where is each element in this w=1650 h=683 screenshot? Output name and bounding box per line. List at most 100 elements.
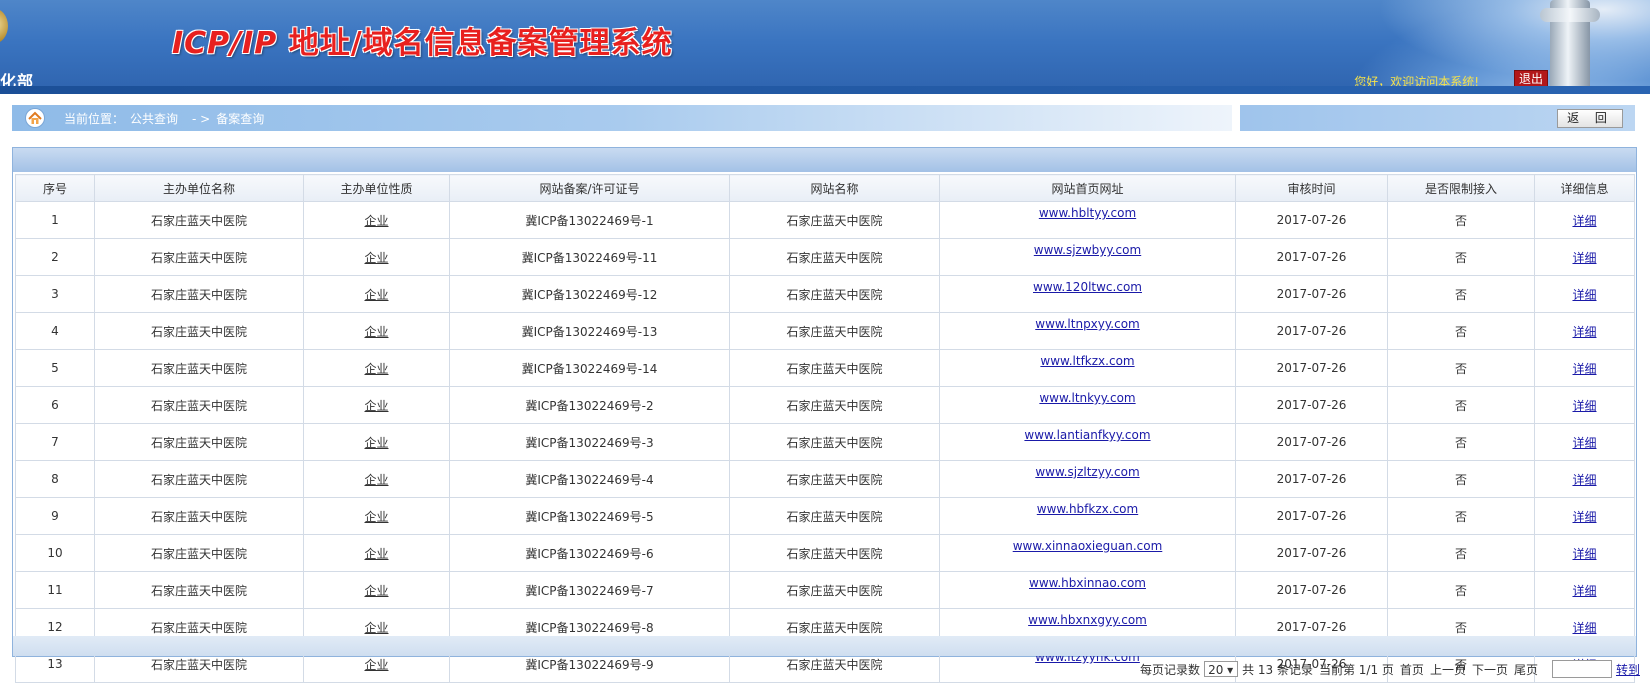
cell-type-link[interactable]: 企业 <box>364 214 388 228</box>
cell-url-link[interactable]: www.ltfkzx.com <box>1040 354 1134 368</box>
cell-detail-link[interactable]: 详细 <box>1572 584 1596 598</box>
cell-date: 2017-07-26 <box>1235 386 1388 424</box>
cell-type-link[interactable]: 企业 <box>364 621 388 635</box>
cell-date: 2017-07-26 <box>1235 423 1388 461</box>
cell-url-link[interactable]: www.hbltyy.com <box>1039 206 1136 220</box>
cell-type: 企业 <box>303 201 450 239</box>
table-row: 8 石家庄蓝天中医院 企业 冀ICP备13022469号-4 石家庄蓝天中医院 www.s… <box>15 460 1635 498</box>
header-banner: 化部 ICP/IP 地址/域名信息备案管理系统 您好，欢迎访问本系统! 退出 <box>0 0 1650 94</box>
cell-detail-link[interactable]: 详细 <box>1572 251 1596 265</box>
title-latin: ICP/IP <box>172 26 289 61</box>
cell-type: 企业 <box>303 386 450 424</box>
cell-url-link[interactable]: www.120ltwc.com <box>1033 280 1142 294</box>
cell-license: 冀ICP备13022469号-13 <box>449 312 730 350</box>
prev-page-link[interactable]: 上一页 <box>1430 661 1466 678</box>
cell-url: www.xinnaoxieguan.com <box>939 534 1236 572</box>
home-icon[interactable] <box>24 108 46 128</box>
cell-no: 10 <box>15 534 95 572</box>
cell-site: 石家庄蓝天中医院 <box>729 423 940 461</box>
return-button[interactable]: 返 回 <box>1557 109 1623 128</box>
cell-type-link[interactable]: 企业 <box>364 325 388 339</box>
cell-url: www.120ltwc.com <box>939 275 1236 313</box>
cell-type-link[interactable]: 企业 <box>364 436 388 450</box>
cell-type-link[interactable]: 企业 <box>364 547 388 561</box>
cell-no: 3 <box>15 275 95 313</box>
cell-url: www.hbltyy.com <box>939 201 1236 239</box>
next-page-link[interactable]: 下一页 <box>1472 661 1508 678</box>
cell-detail: 详细 <box>1534 571 1635 609</box>
cell-url-link[interactable]: www.ltnkyy.com <box>1039 391 1135 405</box>
goto-page-link[interactable]: 转到 <box>1616 661 1640 678</box>
cell-url-link[interactable]: www.xinnaoxieguan.com <box>1013 539 1163 553</box>
cell-type-link[interactable]: 企业 <box>364 251 388 265</box>
cell-restricted: 否 <box>1387 349 1535 387</box>
cell-detail-link[interactable]: 详细 <box>1572 510 1596 524</box>
cell-detail-link[interactable]: 详细 <box>1572 436 1596 450</box>
cell-site: 石家庄蓝天中医院 <box>729 460 940 498</box>
cell-site: 石家庄蓝天中医院 <box>729 201 940 239</box>
cell-url-link[interactable]: www.sjzwbyy.com <box>1034 243 1141 257</box>
chevron-down-icon: ▾ <box>1227 663 1234 677</box>
cell-detail-link[interactable]: 详细 <box>1572 214 1596 228</box>
header-band <box>0 86 1650 94</box>
cell-detail: 详细 <box>1534 349 1635 387</box>
cell-url-link[interactable]: www.hbfkzx.com <box>1037 502 1138 516</box>
per-page-select[interactable]: 20 ▾ <box>1204 661 1239 677</box>
cell-type-link[interactable]: 企业 <box>364 288 388 302</box>
cell-url: www.lantianfkyy.com <box>939 423 1236 461</box>
cell-detail-link[interactable]: 详细 <box>1572 362 1596 376</box>
cell-no: 6 <box>15 386 95 424</box>
cell-type: 企业 <box>303 275 450 313</box>
cell-detail-link[interactable]: 详细 <box>1572 621 1596 635</box>
cell-site: 石家庄蓝天中医院 <box>729 571 940 609</box>
cell-url-link[interactable]: www.lantianfkyy.com <box>1024 428 1150 442</box>
first-page-link[interactable]: 首页 <box>1400 661 1424 678</box>
cell-detail-link[interactable]: 详细 <box>1572 325 1596 339</box>
cell-detail-link[interactable]: 详细 <box>1572 547 1596 561</box>
cell-license: 冀ICP备13022469号-7 <box>449 571 730 609</box>
table-row: 10 石家庄蓝天中医院 企业 冀ICP备13022469号-6 石家庄蓝天中医院 www.… <box>15 534 1635 572</box>
cell-license: 冀ICP备13022469号-4 <box>449 460 730 498</box>
cell-license: 冀ICP备13022469号-3 <box>449 423 730 461</box>
col-header-date: 审核时间 <box>1235 174 1388 202</box>
cell-type-link[interactable]: 企业 <box>364 399 388 413</box>
cell-no: 1 <box>15 201 95 239</box>
cell-type-link[interactable]: 企业 <box>364 510 388 524</box>
cell-no: 4 <box>15 312 95 350</box>
cell-type-link[interactable]: 企业 <box>364 658 388 672</box>
cell-url-link[interactable]: www.hbxinnao.com <box>1029 576 1146 590</box>
cell-detail-link[interactable]: 详细 <box>1572 399 1596 413</box>
pillar-graphic <box>1540 0 1600 94</box>
cell-restricted: 否 <box>1387 238 1535 276</box>
cell-type-link[interactable]: 企业 <box>364 473 388 487</box>
cell-detail: 详细 <box>1534 201 1635 239</box>
cell-restricted: 否 <box>1387 201 1535 239</box>
cell-type: 企业 <box>303 534 450 572</box>
cell-type: 企业 <box>303 238 450 276</box>
cell-site: 石家庄蓝天中医院 <box>729 497 940 535</box>
cell-org: 石家庄蓝天中医院 <box>94 571 304 609</box>
breadcrumb-level2: 备案查询 <box>216 112 265 126</box>
cell-detail-link[interactable]: 详细 <box>1572 288 1596 302</box>
cell-detail: 详细 <box>1534 386 1635 424</box>
cell-type-link[interactable]: 企业 <box>364 362 388 376</box>
cell-url-link[interactable]: www.sjzltzyy.com <box>1035 465 1139 479</box>
cell-license: 冀ICP备13022469号-6 <box>449 534 730 572</box>
goto-page-input[interactable] <box>1551 660 1612 678</box>
col-header-license: 网站备案/许可证号 <box>449 174 730 202</box>
cell-restricted: 否 <box>1387 460 1535 498</box>
cell-detail-link[interactable]: 详细 <box>1572 473 1596 487</box>
results-panel: 序号 主办单位名称 主办单位性质 网站备案/许可证号 网站名称 网站首页网址 审… <box>12 147 1637 683</box>
breadcrumb-level1[interactable]: 公共查询 <box>130 112 178 126</box>
cell-type: 企业 <box>303 460 450 498</box>
cell-url-link[interactable]: www.ltnpxyy.com <box>1035 317 1139 331</box>
table-row: 4 石家庄蓝天中医院 企业 冀ICP备13022469号-13 石家庄蓝天中医院 www.… <box>15 312 1635 350</box>
last-page-link[interactable]: 尾页 <box>1514 661 1538 678</box>
cell-detail: 详细 <box>1534 275 1635 313</box>
cell-license: 冀ICP备13022469号-2 <box>449 386 730 424</box>
cell-url-link[interactable]: www.hbxnxgyy.com <box>1028 613 1147 627</box>
cell-detail: 详细 <box>1534 460 1635 498</box>
col-header-restricted: 是否限制接入 <box>1387 174 1535 202</box>
cell-type-link[interactable]: 企业 <box>364 584 388 598</box>
cell-type: 企业 <box>303 312 450 350</box>
